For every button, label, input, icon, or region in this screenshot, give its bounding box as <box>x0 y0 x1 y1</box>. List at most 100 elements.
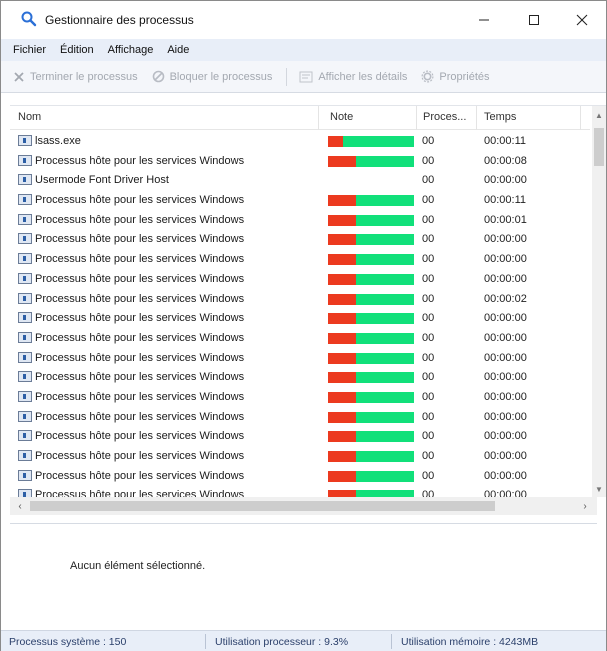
score-bar <box>328 372 414 384</box>
column-divider[interactable] <box>416 106 417 130</box>
column-divider[interactable] <box>476 106 477 130</box>
details-label: Afficher les détails <box>318 70 408 83</box>
table-row[interactable]: lsass.exe 00 00:00:11 <box>10 131 590 151</box>
vertical-scroll-thumb[interactable] <box>594 128 604 166</box>
maximize-button[interactable] <box>511 1 557 39</box>
column-name-header[interactable]: Nom <box>18 111 41 123</box>
process-name: Processus hôte pour les services Windows <box>35 371 245 384</box>
process-list[interactable]: Nom Note Proces... Temps lsass.exe 00 00:0… <box>10 105 606 497</box>
terminate-process-button[interactable]: Terminer le processus <box>13 71 138 83</box>
process-window-icon <box>18 410 32 422</box>
table-row[interactable]: Processus hôte pour les services Windows… <box>10 210 590 230</box>
table-row[interactable]: Processus hôte pour les services Windows… <box>10 466 590 486</box>
properties-button[interactable]: Propriétés <box>421 70 490 83</box>
column-divider[interactable] <box>580 106 581 130</box>
process-time: 00:00:00 <box>484 489 527 497</box>
score-bar-fill <box>328 214 356 226</box>
process-name: Processus hôte pour les services Windows <box>35 489 245 497</box>
details-panel: Aucun élément sélectionné. <box>10 523 597 627</box>
table-row[interactable]: Processus hôte pour les services Windows… <box>10 446 590 466</box>
minimize-button[interactable] <box>461 1 507 39</box>
table-row[interactable]: Processus hôte pour les services Windows… <box>10 387 590 407</box>
block-process-button[interactable]: Bloquer le processus <box>152 70 273 83</box>
score-bar-fill <box>328 254 356 266</box>
process-window-icon <box>18 272 32 284</box>
column-score-header[interactable]: Note <box>330 111 353 123</box>
process-name: Processus hôte pour les services Windows <box>35 233 245 246</box>
process-window-icon <box>18 430 32 442</box>
table-row[interactable]: Processus hôte pour les services Windows… <box>10 308 590 328</box>
process-processor: 00 <box>422 213 435 226</box>
column-divider[interactable] <box>318 106 319 130</box>
process-processor: 00 <box>422 430 435 443</box>
process-time: 00:00:11 <box>484 135 527 147</box>
process-name: Processus hôte pour les services Windows <box>35 450 245 462</box>
horizontal-scrollbar[interactable]: ‹ › <box>10 497 597 515</box>
process-window-icon <box>18 450 32 461</box>
status-memory-usage: Utilisation mémoire : 4243MB <box>401 636 539 648</box>
toolbar: Terminer le processus Bloquer le process… <box>1 61 606 93</box>
table-row[interactable]: Processus hôte pour les services Windows… <box>10 269 590 289</box>
process-time: 00:00:00 <box>484 390 527 403</box>
process-processor: 00 <box>422 331 435 344</box>
score-bar-fill <box>328 431 356 443</box>
scroll-up-arrow-icon[interactable]: ▲ <box>592 108 606 122</box>
table-row[interactable]: Processus hôte pour les services Windows… <box>10 328 590 348</box>
status-system-processes: Processus système : 150 <box>9 636 127 648</box>
scroll-right-arrow-icon[interactable]: › <box>578 499 592 513</box>
column-processor-header[interactable]: Proces... <box>423 111 466 123</box>
column-time-header[interactable]: Temps <box>484 111 516 123</box>
menu-file[interactable]: Fichier <box>13 44 46 56</box>
close-button[interactable] <box>559 1 605 39</box>
process-processor: 00 <box>422 410 435 423</box>
table-row[interactable]: Processus hôte pour les services Windows… <box>10 289 590 309</box>
table-row[interactable]: Processus hôte pour les services Windows… <box>10 367 590 387</box>
process-name: Processus hôte pour les services Windows <box>35 154 245 167</box>
process-processor: 00 <box>422 489 435 497</box>
process-processor: 00 <box>422 272 435 285</box>
table-row[interactable]: Processus hôte pour les services Windows… <box>10 485 590 497</box>
menu-help[interactable]: Aide <box>167 44 189 56</box>
list-header: Nom Note Proces... Temps <box>10 106 590 130</box>
window-title: Gestionnaire des processus <box>45 13 194 27</box>
table-row[interactable]: Usermode Font Driver Host 00 00:00:00 <box>10 170 590 190</box>
process-processor: 00 <box>422 135 435 147</box>
table-row[interactable]: Processus hôte pour les services Windows… <box>10 348 590 368</box>
process-processor: 00 <box>422 450 435 462</box>
table-row[interactable]: Processus hôte pour les services Windows… <box>10 249 590 269</box>
score-bar <box>328 470 414 482</box>
process-time: 00:00:00 <box>484 272 527 285</box>
horizontal-scroll-thumb[interactable] <box>30 501 495 511</box>
process-window-icon <box>18 154 32 166</box>
table-row[interactable]: Processus hôte pour les services Windows… <box>10 407 590 427</box>
score-bar <box>328 195 414 207</box>
score-bar-fill <box>328 411 356 423</box>
table-row[interactable]: Processus hôte pour les services Windows… <box>10 426 590 446</box>
process-name: Processus hôte pour les services Windows <box>35 410 245 423</box>
properties-label: Propriétés <box>439 70 490 83</box>
table-row[interactable]: Processus hôte pour les services Windows… <box>10 229 590 249</box>
process-time: 00:00:01 <box>484 213 527 226</box>
process-window-icon <box>18 331 32 343</box>
title-bar[interactable]: Gestionnaire des processus <box>1 1 606 39</box>
process-name: Processus hôte pour les services Windows <box>35 390 245 403</box>
show-details-button[interactable]: Afficher les détails <box>299 71 407 83</box>
toolbar-separator <box>286 67 288 86</box>
vertical-scrollbar[interactable]: ▲ ▼ <box>592 106 606 497</box>
process-processor: 00 <box>422 371 435 384</box>
scroll-left-arrow-icon[interactable]: ‹ <box>13 499 27 513</box>
process-window-icon <box>18 371 32 383</box>
process-name: Processus hôte pour les services Windows <box>35 213 245 226</box>
process-time: 00:00:00 <box>484 450 527 462</box>
scroll-down-arrow-icon[interactable]: ▼ <box>592 482 606 496</box>
block-label: Bloquer le processus <box>169 70 273 83</box>
score-bar <box>328 155 414 167</box>
block-icon <box>152 70 164 83</box>
menu-view[interactable]: Affichage <box>108 44 154 56</box>
process-window-icon <box>18 489 32 497</box>
score-bar <box>328 293 414 305</box>
process-name: Processus hôte pour les services Windows <box>35 292 245 305</box>
menu-edit[interactable]: Édition <box>60 44 94 56</box>
table-row[interactable]: Processus hôte pour les services Windows… <box>10 151 590 171</box>
table-row[interactable]: Processus hôte pour les services Windows… <box>10 190 590 210</box>
